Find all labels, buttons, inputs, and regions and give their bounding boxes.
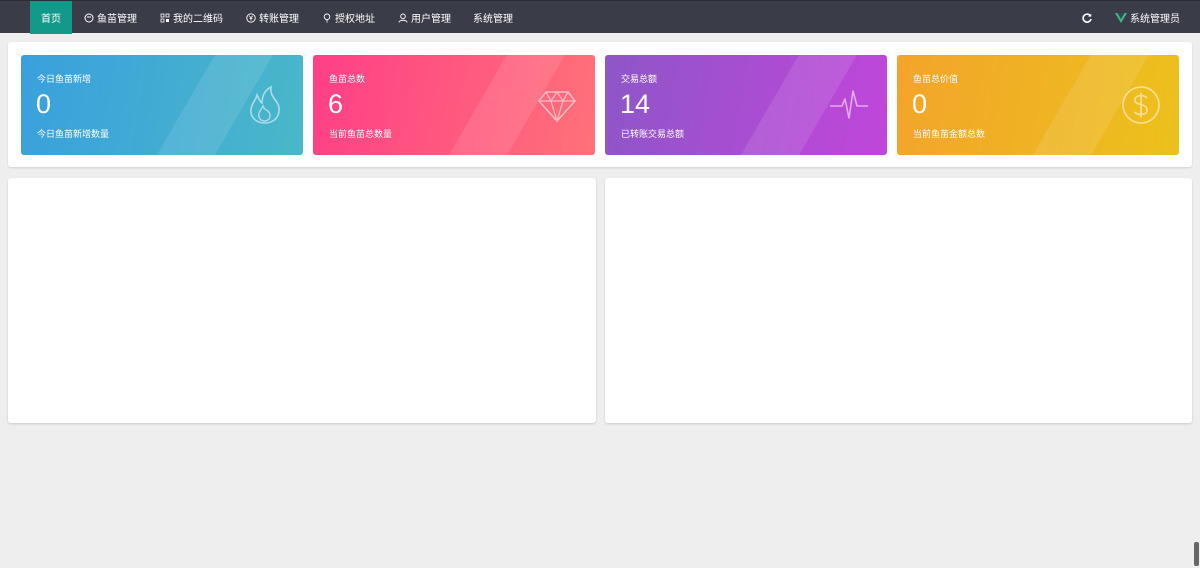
stat-title: 今日鱼苗新增: [37, 75, 92, 85]
stat-value: 14: [620, 89, 651, 119]
stat-card-fish-total[interactable]: 鱼苗总数 6 当前鱼苗总数量: [313, 55, 595, 155]
main-nav: 首页 鱼苗管理 我的二维码 转账管理 授权地址 用户管理 系统管理: [30, 1, 524, 34]
refresh-icon[interactable]: [1081, 12, 1093, 24]
stat-desc: 当前鱼苗金额总数: [913, 130, 986, 140]
stat-value: 0: [36, 89, 52, 119]
diamond-icon: [537, 85, 577, 125]
stat-value: 0: [912, 89, 928, 119]
pin-icon: [321, 12, 332, 23]
nav-item-home[interactable]: 首页: [30, 1, 72, 34]
stats-container: 今日鱼苗新增 0 今日鱼苗新增数量 鱼苗总数 6 当前鱼苗总数量 交易总额 14…: [8, 42, 1192, 167]
nav-item-auth-address[interactable]: 授权地址: [310, 1, 386, 34]
nav-item-label: 系统管理: [473, 14, 513, 25]
top-navbar: 首页 鱼苗管理 我的二维码 转账管理 授权地址 用户管理 系统管理 系统管理员: [0, 0, 1200, 34]
stat-card-fish-value[interactable]: 鱼苗总价值 0 当前鱼苗金额总数: [897, 55, 1179, 155]
page-scrollbar[interactable]: [1194, 542, 1199, 566]
pulse-icon: [829, 85, 869, 125]
nav-item-label: 我的二维码: [173, 14, 223, 25]
stat-title: 鱼苗总价值: [913, 75, 959, 85]
fish-fry-icon: [83, 12, 94, 23]
stat-value: 6: [328, 89, 344, 119]
nav-item-label: 用户管理: [411, 14, 451, 25]
yen-icon: [245, 12, 256, 23]
nav-item-system[interactable]: 系统管理: [462, 1, 524, 34]
nav-item-fish-fry[interactable]: 鱼苗管理: [72, 1, 148, 34]
user-name: 系统管理员: [1130, 14, 1180, 25]
stat-desc: 当前鱼苗总数量: [329, 130, 393, 140]
stat-title: 交易总额: [621, 75, 658, 85]
vue-logo-icon: [1115, 12, 1127, 24]
nav-item-label: 鱼苗管理: [97, 14, 137, 25]
qrcode-icon: [159, 12, 170, 23]
stat-desc: 今日鱼苗新增数量: [37, 130, 110, 140]
nav-item-label: 授权地址: [335, 14, 375, 25]
stat-title: 鱼苗总数: [329, 75, 366, 85]
header-tools: 系统管理员: [1081, 1, 1180, 34]
stat-card-today-new[interactable]: 今日鱼苗新增 0 今日鱼苗新增数量: [21, 55, 303, 155]
chart-panel-left: [8, 178, 596, 423]
user-icon: [397, 12, 408, 23]
nav-item-qrcode[interactable]: 我的二维码: [148, 1, 234, 34]
nav-item-transfer[interactable]: 转账管理: [234, 1, 310, 34]
dollar-icon: [1121, 85, 1161, 125]
user-menu[interactable]: 系统管理员: [1115, 10, 1180, 25]
chart-panel-right: [605, 178, 1192, 423]
fire-icon: [245, 85, 285, 125]
stat-desc: 已转账交易总额: [621, 130, 685, 140]
stat-card-trade-total[interactable]: 交易总额 14 已转账交易总额: [605, 55, 887, 155]
nav-item-label: 转账管理: [259, 14, 299, 25]
nav-item-users[interactable]: 用户管理: [386, 1, 462, 34]
nav-item-label: 首页: [41, 14, 61, 25]
